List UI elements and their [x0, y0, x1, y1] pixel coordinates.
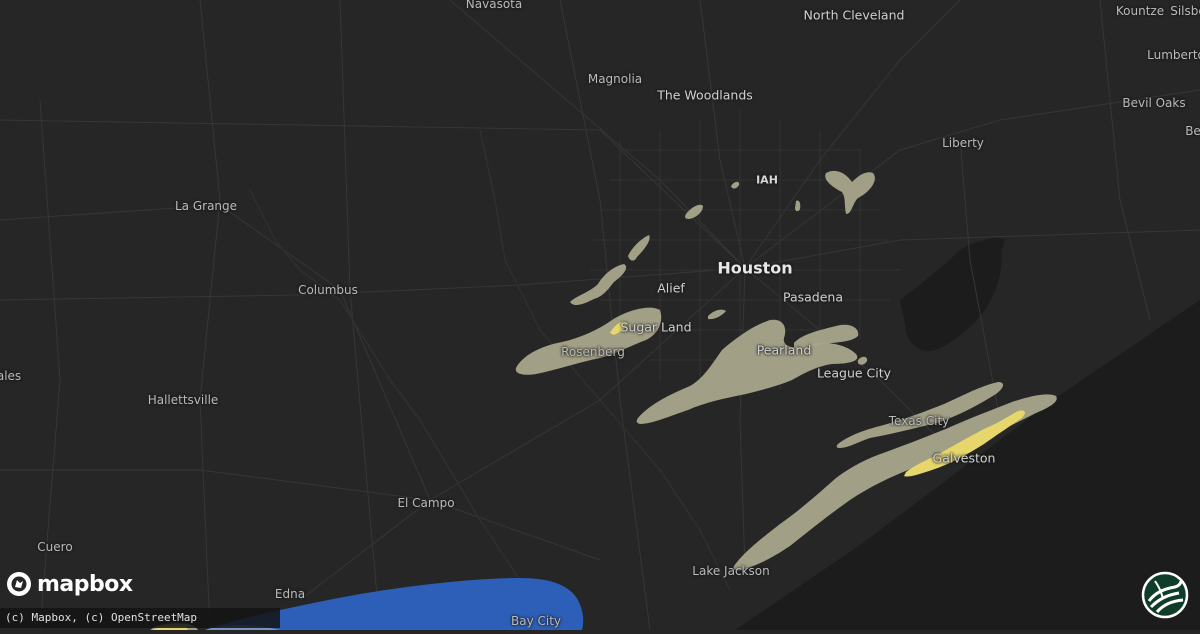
place-label-rosenberg: Rosenberg — [561, 345, 625, 359]
place-label-bay-city: Bay City — [510, 614, 562, 628]
place-label-lumberton: Lumberto — [1147, 48, 1200, 62]
place-label-liberty: Liberty — [942, 136, 984, 150]
brand-logo[interactable] — [1141, 571, 1189, 623]
place-label-alief: Alief — [657, 280, 685, 296]
place-label-hallettsville: Hallettsville — [147, 393, 219, 407]
place-label-texas-city: Texas City — [888, 414, 950, 428]
place-label-bevil-oaks: Bevil Oaks — [1122, 96, 1186, 110]
mapbox-logo-text: mapbox — [37, 571, 133, 597]
place-label-yoakum: ales — [0, 369, 22, 383]
place-label-north-cleveland: North Cleveland — [803, 7, 905, 23]
mapbox-mark-icon — [7, 572, 31, 596]
place-label-iah: IAH — [756, 173, 778, 187]
place-label-kountze: Kountze — [1115, 4, 1165, 18]
place-label-galveston: Galveston — [932, 450, 996, 466]
place-label-el-campo: El Campo — [397, 496, 455, 510]
globe-logo-icon — [1141, 571, 1189, 619]
place-label-league-city: League City — [816, 365, 892, 381]
place-label-navasota: Navasota — [465, 0, 523, 11]
place-label-cuero: Cuero — [37, 540, 73, 554]
map-canvas[interactable] — [0, 0, 1200, 631]
place-label-lake-jackson: Lake Jackson — [692, 564, 770, 578]
place-label-columbus: Columbus — [298, 283, 358, 297]
place-label-be: Be — [1185, 124, 1200, 138]
mapbox-logo[interactable]: mapbox — [6, 569, 133, 599]
map-svg — [0, 0, 1200, 631]
place-label-edna: Edna — [274, 587, 306, 601]
place-label-sugar-land: Sugar Land — [620, 319, 692, 335]
place-label-pasadena: Pasadena — [782, 289, 844, 305]
place-label-houston: Houston — [717, 258, 793, 278]
place-label-silsbee: Silsbe — [1170, 4, 1200, 18]
place-label-magnolia: Magnolia — [587, 72, 643, 86]
place-label-pearland: Pearland — [756, 342, 812, 358]
attribution[interactable]: (c) Mapbox, (c) OpenStreetMap — [0, 608, 280, 628]
place-label-la-grange: La Grange — [174, 199, 238, 213]
place-label-the-woodlands: The Woodlands — [657, 87, 753, 103]
